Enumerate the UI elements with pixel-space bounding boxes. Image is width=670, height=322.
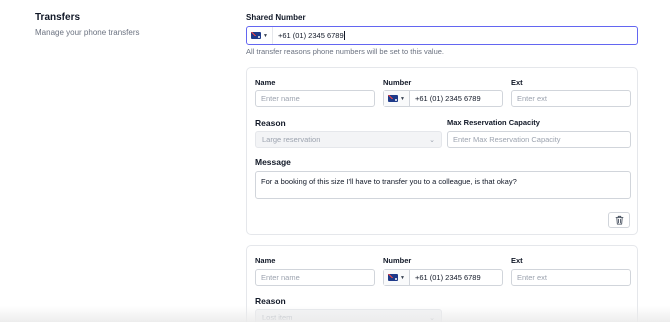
ext-input[interactable]: Enter ext — [511, 269, 631, 286]
country-selector[interactable]: ▼ — [384, 91, 410, 106]
name-label: Name — [255, 78, 276, 87]
number-label: Number — [383, 78, 412, 87]
ext-placeholder: Enter ext — [517, 94, 548, 103]
number-input[interactable]: ▼ +61 (01) 2345 6789 — [383, 90, 503, 107]
reason-select[interactable]: Lost item ⌄ — [255, 309, 442, 322]
capacity-label: Max Reservation Capacity — [447, 118, 540, 127]
name-input[interactable]: Enter name — [255, 90, 375, 107]
ext-input[interactable]: Enter ext — [511, 90, 631, 107]
country-selector[interactable]: ▼ — [384, 270, 410, 285]
ext-placeholder: Enter ext — [517, 273, 548, 282]
name-input[interactable]: Enter name — [255, 269, 375, 286]
reason-value: Large reservation — [262, 135, 321, 144]
number-value: +61 (01) 2345 6789 — [414, 94, 481, 103]
name-label: Name — [255, 256, 276, 265]
ext-label: Ext — [511, 256, 523, 265]
caret-down-icon: ▼ — [400, 274, 405, 281]
transfer-card: Name Enter name Number ▼ +61 (01) 2345 6… — [246, 67, 638, 235]
chevron-down-icon: ⌄ — [429, 314, 435, 322]
ext-label: Ext — [511, 78, 523, 87]
chevron-down-icon: ⌄ — [429, 136, 435, 144]
transfer-card: Name Enter name Number ▼ +61 (01) 2345 6… — [246, 245, 638, 322]
country-selector[interactable]: ▼ — [247, 27, 273, 44]
australia-flag-icon — [251, 32, 261, 39]
text-cursor — [343, 31, 345, 40]
delete-transfer-button[interactable] — [608, 212, 630, 228]
number-value: +61 (01) 2345 6789 — [414, 273, 481, 282]
name-placeholder: Enter name — [261, 273, 300, 282]
shared-number-value: +61 (01) 2345 6789 — [277, 31, 344, 40]
trash-icon — [615, 215, 623, 225]
caret-down-icon: ▼ — [400, 95, 405, 102]
message-value: For a booking of this size I'll have to … — [261, 177, 517, 186]
australia-flag-icon — [388, 274, 398, 281]
message-label: Message — [255, 157, 291, 167]
message-textarea[interactable]: For a booking of this size I'll have to … — [255, 171, 631, 199]
shared-number-label: Shared Number — [246, 13, 306, 22]
section-subtitle: Manage your phone transfers — [35, 28, 140, 37]
number-input[interactable]: ▼ +61 (01) 2345 6789 — [383, 269, 503, 286]
name-placeholder: Enter name — [261, 94, 300, 103]
reason-select[interactable]: Large reservation ⌄ — [255, 131, 442, 148]
capacity-input[interactable]: Enter Max Reservation Capacity — [447, 131, 631, 148]
capacity-placeholder: Enter Max Reservation Capacity — [453, 135, 561, 144]
number-label: Number — [383, 256, 412, 265]
section-title: Transfers — [35, 12, 81, 23]
reason-label: Reason — [255, 118, 286, 128]
caret-down-icon: ▼ — [263, 32, 268, 39]
reason-label: Reason — [255, 296, 286, 306]
reason-value: Lost item — [262, 313, 293, 322]
australia-flag-icon — [388, 95, 398, 102]
shared-number-input[interactable]: ▼ +61 (01) 2345 6789 — [246, 26, 638, 45]
shared-number-help: All transfer reasons phone numbers will … — [246, 47, 445, 56]
